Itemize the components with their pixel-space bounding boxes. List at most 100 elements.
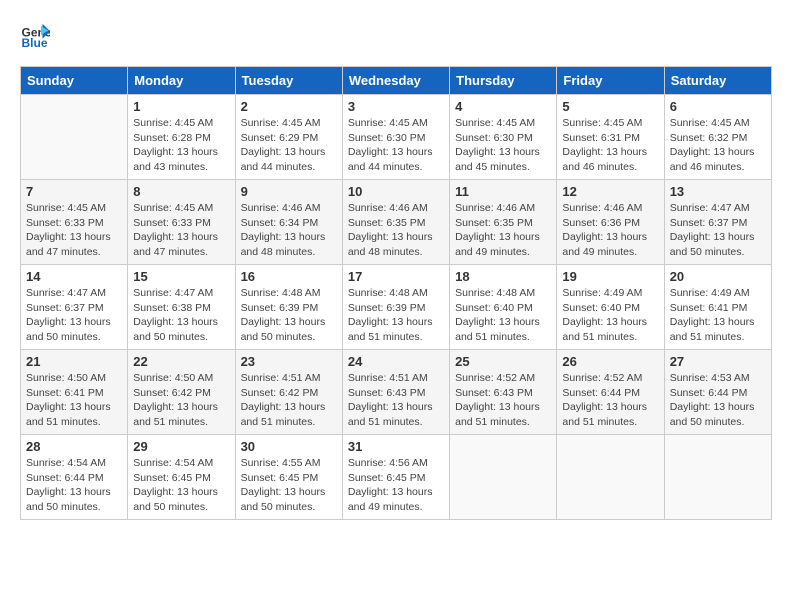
day-info: Sunrise: 4:45 AM Sunset: 6:30 PM Dayligh… (455, 116, 551, 175)
day-info: Sunrise: 4:45 AM Sunset: 6:32 PM Dayligh… (670, 116, 766, 175)
calendar: SundayMondayTuesdayWednesdayThursdayFrid… (20, 66, 772, 520)
calendar-cell (450, 435, 557, 520)
day-info: Sunrise: 4:49 AM Sunset: 6:41 PM Dayligh… (670, 286, 766, 345)
calendar-cell: 20 Sunrise: 4:49 AM Sunset: 6:41 PM Dayli… (664, 265, 771, 350)
day-info: Sunrise: 4:48 AM Sunset: 6:40 PM Dayligh… (455, 286, 551, 345)
day-info: Sunrise: 4:45 AM Sunset: 6:31 PM Dayligh… (562, 116, 658, 175)
day-info: Sunrise: 4:47 AM Sunset: 6:37 PM Dayligh… (670, 201, 766, 260)
day-number: 20 (670, 269, 766, 284)
day-info: Sunrise: 4:45 AM Sunset: 6:33 PM Dayligh… (26, 201, 122, 260)
day-info: Sunrise: 4:52 AM Sunset: 6:43 PM Dayligh… (455, 371, 551, 430)
calendar-cell: 22 Sunrise: 4:50 AM Sunset: 6:42 PM Dayli… (128, 350, 235, 435)
calendar-week-row-5: 28Sunrise: 4:54 AM Sunset: 6:44 PM Dayli… (21, 435, 772, 520)
day-number: 18 (455, 269, 551, 284)
calendar-week-row-4: 21 Sunrise: 4:50 AM Sunset: 6:41 PM Dayli… (21, 350, 772, 435)
day-info: Sunrise: 4:45 AM Sunset: 6:30 PM Dayligh… (348, 116, 444, 175)
day-number: 15 (133, 269, 229, 284)
day-number: 13 (670, 184, 766, 199)
day-number: 26 (562, 354, 658, 369)
day-number: 2 (241, 99, 337, 114)
calendar-cell: 13 Sunrise: 4:47 AM Sunset: 6:37 PM Dayli… (664, 180, 771, 265)
calendar-cell: 16Sunrise: 4:48 AM Sunset: 6:39 PM Dayli… (235, 265, 342, 350)
calendar-cell (557, 435, 664, 520)
day-info: Sunrise: 4:46 AM Sunset: 6:35 PM Dayligh… (455, 201, 551, 260)
day-number: 19 (562, 269, 658, 284)
calendar-cell: 15Sunrise: 4:47 AM Sunset: 6:38 PM Dayli… (128, 265, 235, 350)
calendar-cell: 6 Sunrise: 4:45 AM Sunset: 6:32 PM Daylig… (664, 95, 771, 180)
calendar-cell: 30 Sunrise: 4:55 AM Sunset: 6:45 PM Dayli… (235, 435, 342, 520)
calendar-header-wednesday: Wednesday (342, 67, 449, 95)
day-number: 14 (26, 269, 122, 284)
calendar-cell: 18 Sunrise: 4:48 AM Sunset: 6:40 PM Dayli… (450, 265, 557, 350)
day-info: Sunrise: 4:45 AM Sunset: 6:29 PM Dayligh… (241, 116, 337, 175)
day-number: 4 (455, 99, 551, 114)
calendar-header-sunday: Sunday (21, 67, 128, 95)
day-info: Sunrise: 4:50 AM Sunset: 6:41 PM Dayligh… (26, 371, 122, 430)
calendar-cell: 23Sunrise: 4:51 AM Sunset: 6:42 PM Dayli… (235, 350, 342, 435)
day-info: Sunrise: 4:46 AM Sunset: 6:34 PM Dayligh… (241, 201, 337, 260)
calendar-week-row-1: 1Sunrise: 4:45 AM Sunset: 6:28 PM Daylig… (21, 95, 772, 180)
calendar-cell: 10Sunrise: 4:46 AM Sunset: 6:35 PM Dayli… (342, 180, 449, 265)
calendar-cell: 12 Sunrise: 4:46 AM Sunset: 6:36 PM Dayli… (557, 180, 664, 265)
day-number: 11 (455, 184, 551, 199)
calendar-cell: 29 Sunrise: 4:54 AM Sunset: 6:45 PM Dayli… (128, 435, 235, 520)
calendar-cell: 2 Sunrise: 4:45 AM Sunset: 6:29 PM Daylig… (235, 95, 342, 180)
day-number: 30 (241, 439, 337, 454)
calendar-cell: 11 Sunrise: 4:46 AM Sunset: 6:35 PM Dayli… (450, 180, 557, 265)
day-number: 17 (348, 269, 444, 284)
calendar-cell (21, 95, 128, 180)
calendar-cell: 3 Sunrise: 4:45 AM Sunset: 6:30 PM Daylig… (342, 95, 449, 180)
calendar-header-tuesday: Tuesday (235, 67, 342, 95)
calendar-header-monday: Monday (128, 67, 235, 95)
day-number: 22 (133, 354, 229, 369)
day-info: Sunrise: 4:47 AM Sunset: 6:37 PM Dayligh… (26, 286, 122, 345)
day-info: Sunrise: 4:54 AM Sunset: 6:45 PM Dayligh… (133, 456, 229, 515)
calendar-week-row-3: 14 Sunrise: 4:47 AM Sunset: 6:37 PM Dayli… (21, 265, 772, 350)
day-number: 28 (26, 439, 122, 454)
svg-text:Blue: Blue (22, 36, 48, 50)
calendar-cell: 24 Sunrise: 4:51 AM Sunset: 6:43 PM Dayli… (342, 350, 449, 435)
calendar-cell: 8Sunrise: 4:45 AM Sunset: 6:33 PM Daylig… (128, 180, 235, 265)
day-info: Sunrise: 4:49 AM Sunset: 6:40 PM Dayligh… (562, 286, 658, 345)
calendar-cell: 9 Sunrise: 4:46 AM Sunset: 6:34 PM Daylig… (235, 180, 342, 265)
calendar-cell: 5 Sunrise: 4:45 AM Sunset: 6:31 PM Daylig… (557, 95, 664, 180)
calendar-header-row: SundayMondayTuesdayWednesdayThursdayFrid… (21, 67, 772, 95)
day-number: 27 (670, 354, 766, 369)
day-number: 1 (133, 99, 229, 114)
calendar-cell: 1Sunrise: 4:45 AM Sunset: 6:28 PM Daylig… (128, 95, 235, 180)
calendar-cell: 4 Sunrise: 4:45 AM Sunset: 6:30 PM Daylig… (450, 95, 557, 180)
day-info: Sunrise: 4:52 AM Sunset: 6:44 PM Dayligh… (562, 371, 658, 430)
calendar-cell: 17 Sunrise: 4:48 AM Sunset: 6:39 PM Dayli… (342, 265, 449, 350)
day-number: 31 (348, 439, 444, 454)
day-number: 12 (562, 184, 658, 199)
calendar-cell: 25 Sunrise: 4:52 AM Sunset: 6:43 PM Dayli… (450, 350, 557, 435)
day-info: Sunrise: 4:46 AM Sunset: 6:35 PM Dayligh… (348, 201, 444, 260)
day-info: Sunrise: 4:55 AM Sunset: 6:45 PM Dayligh… (241, 456, 337, 515)
day-info: Sunrise: 4:48 AM Sunset: 6:39 PM Dayligh… (348, 286, 444, 345)
calendar-header-saturday: Saturday (664, 67, 771, 95)
day-info: Sunrise: 4:45 AM Sunset: 6:33 PM Dayligh… (133, 201, 229, 260)
calendar-week-row-2: 7Sunrise: 4:45 AM Sunset: 6:33 PM Daylig… (21, 180, 772, 265)
calendar-cell: 28Sunrise: 4:54 AM Sunset: 6:44 PM Dayli… (21, 435, 128, 520)
calendar-header-friday: Friday (557, 67, 664, 95)
day-number: 29 (133, 439, 229, 454)
logo-icon: General Blue (20, 20, 50, 50)
day-number: 21 (26, 354, 122, 369)
day-info: Sunrise: 4:53 AM Sunset: 6:44 PM Dayligh… (670, 371, 766, 430)
day-info: Sunrise: 4:46 AM Sunset: 6:36 PM Dayligh… (562, 201, 658, 260)
day-number: 25 (455, 354, 551, 369)
day-number: 5 (562, 99, 658, 114)
day-info: Sunrise: 4:51 AM Sunset: 6:43 PM Dayligh… (348, 371, 444, 430)
calendar-cell: 19 Sunrise: 4:49 AM Sunset: 6:40 PM Dayli… (557, 265, 664, 350)
day-info: Sunrise: 4:56 AM Sunset: 6:45 PM Dayligh… (348, 456, 444, 515)
calendar-cell: 26 Sunrise: 4:52 AM Sunset: 6:44 PM Dayli… (557, 350, 664, 435)
day-number: 16 (241, 269, 337, 284)
day-info: Sunrise: 4:50 AM Sunset: 6:42 PM Dayligh… (133, 371, 229, 430)
calendar-header-thursday: Thursday (450, 67, 557, 95)
day-number: 6 (670, 99, 766, 114)
day-number: 24 (348, 354, 444, 369)
calendar-cell (664, 435, 771, 520)
day-number: 9 (241, 184, 337, 199)
day-number: 3 (348, 99, 444, 114)
calendar-cell: 21 Sunrise: 4:50 AM Sunset: 6:41 PM Dayli… (21, 350, 128, 435)
